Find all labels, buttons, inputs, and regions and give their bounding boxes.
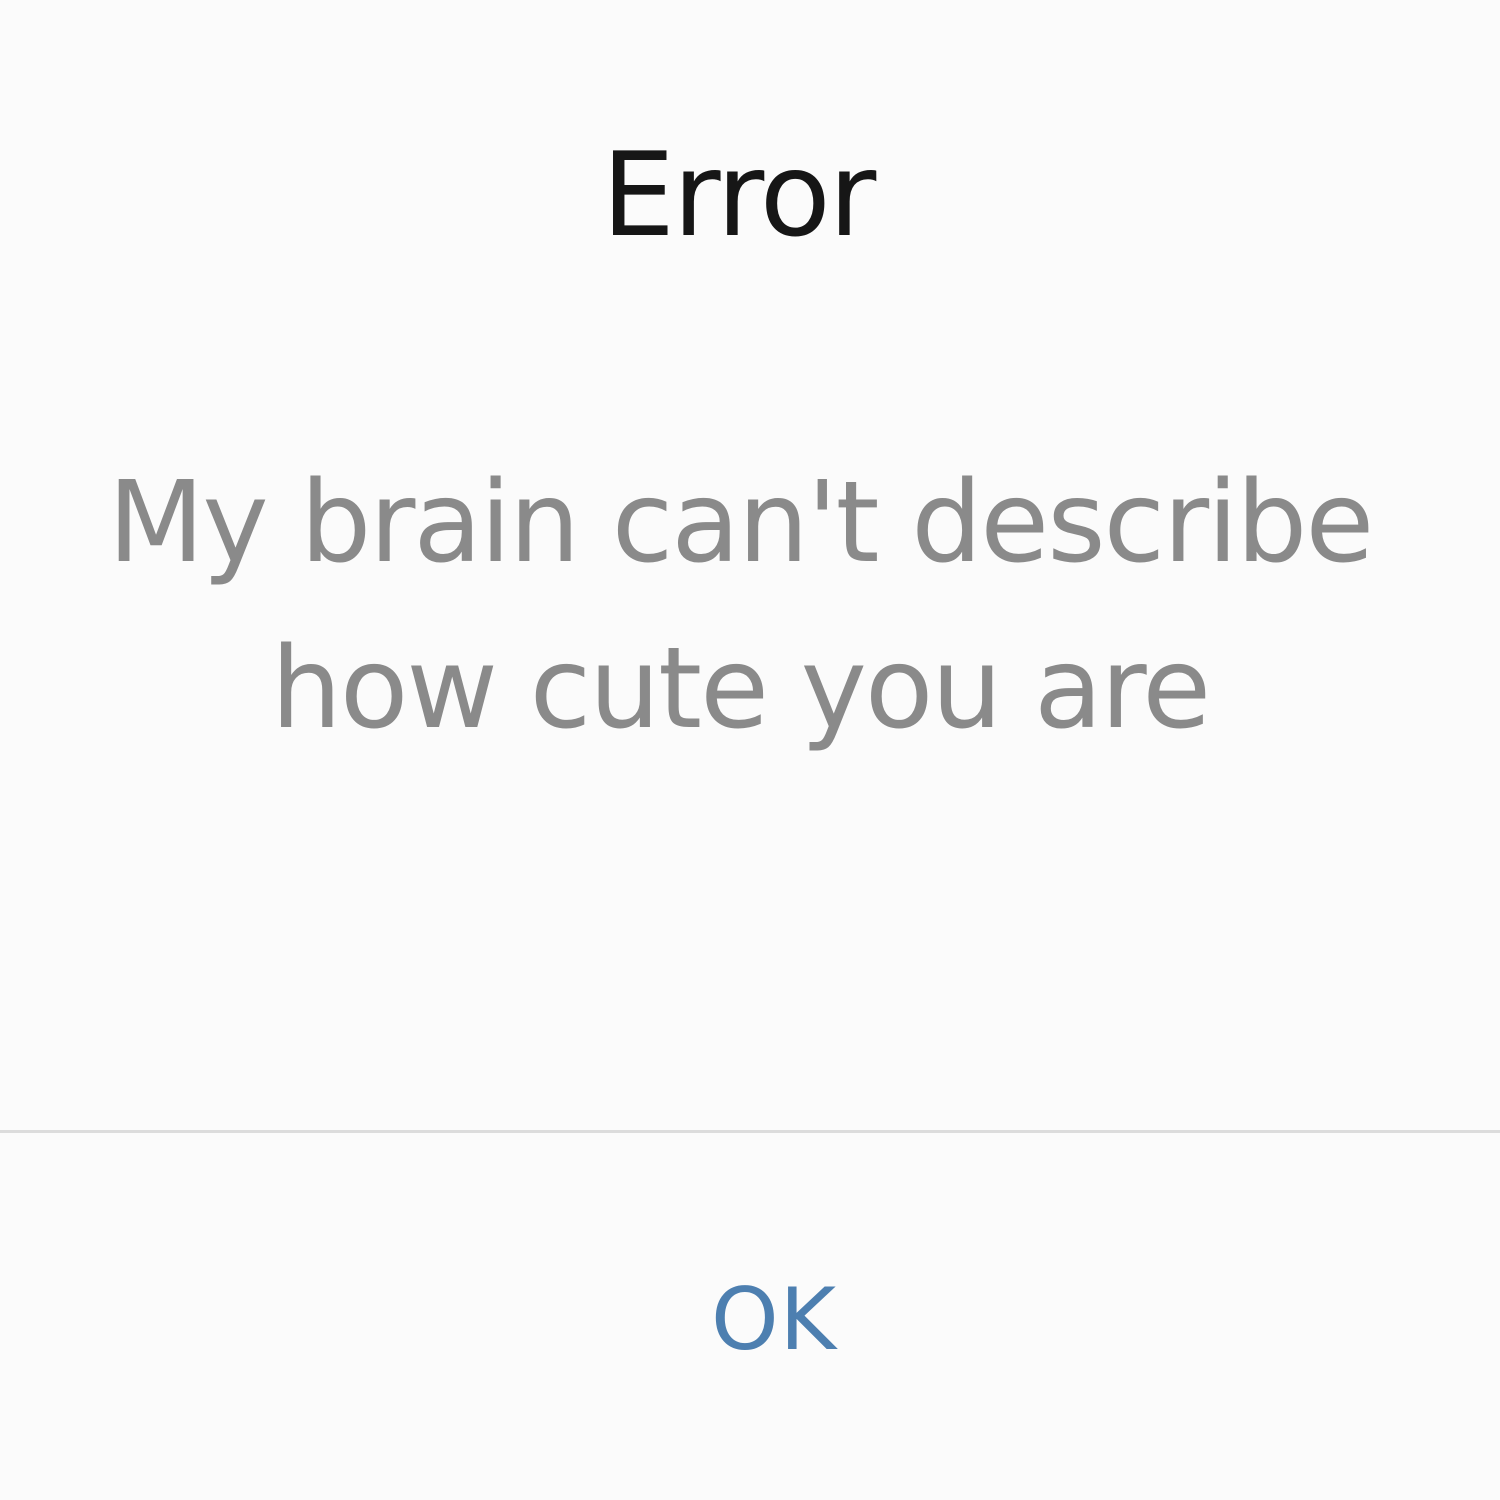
dialog-message-line-1: My brain can't describe	[107, 458, 1375, 588]
ok-button[interactable]: OK	[0, 1140, 1500, 1500]
error-dialog: Error My brain can't describe how cute y…	[0, 0, 1500, 1500]
dialog-title: Error	[601, 128, 877, 263]
dialog-message: My brain can't describe how cute you are	[30, 440, 1450, 772]
dialog-message-line-2: how cute you are	[270, 624, 1211, 754]
button-divider	[0, 1130, 1500, 1133]
ok-button-label: OK	[710, 1270, 838, 1370]
